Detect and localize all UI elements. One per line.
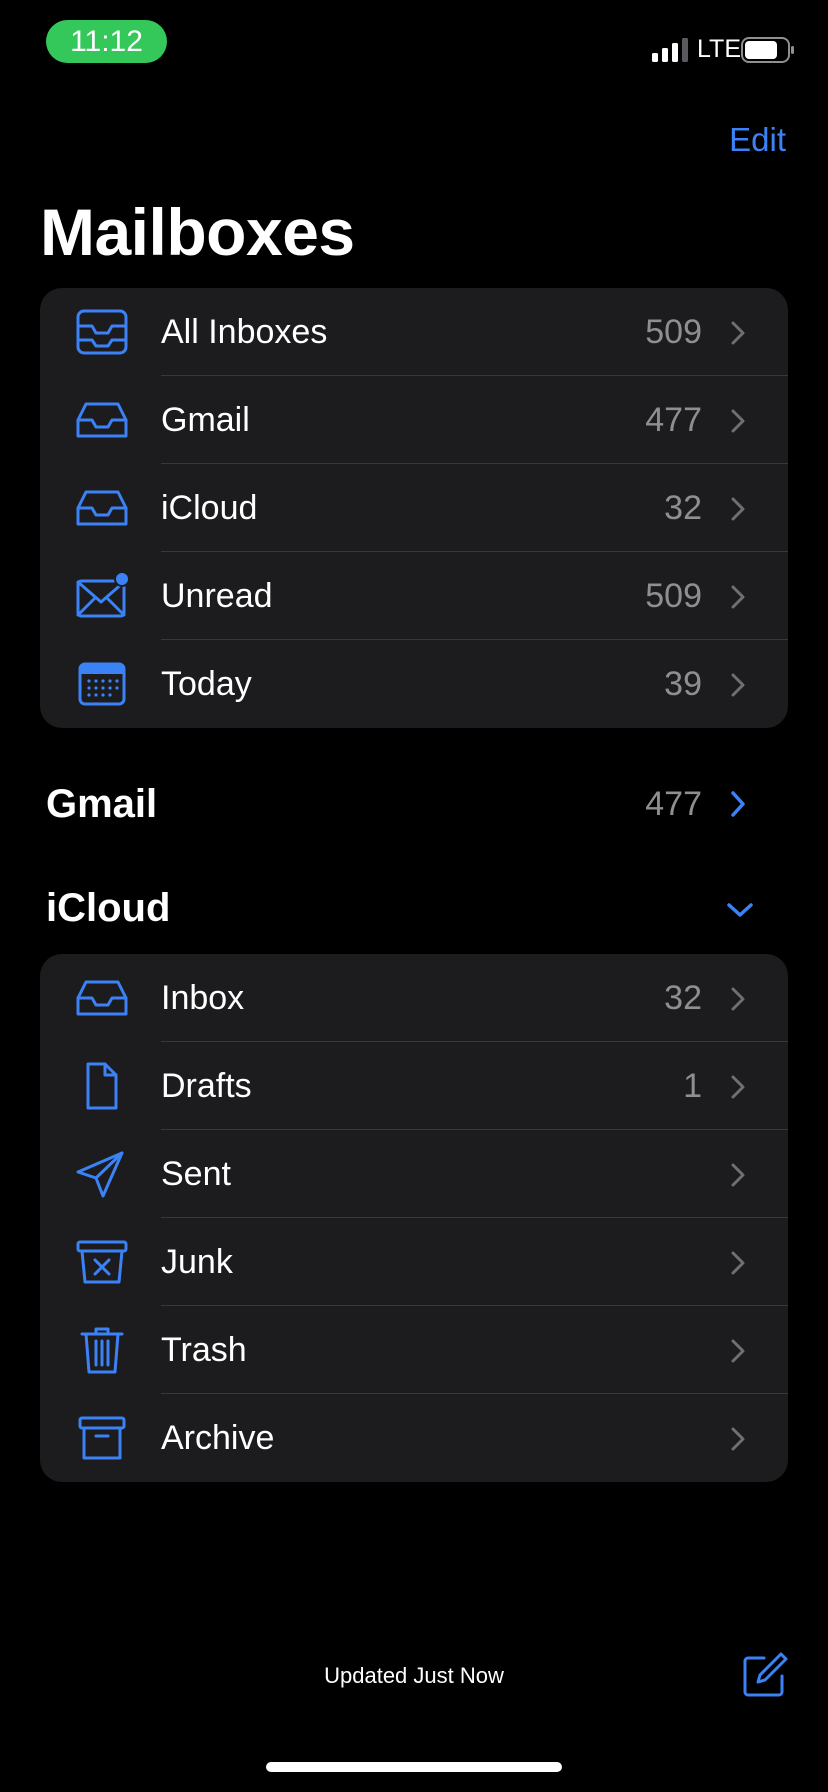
mailboxes-list: All Inboxes 509 Gmail 477 iCloud 32 Unre… [40, 288, 788, 728]
junk-bin-icon [74, 1238, 130, 1286]
folder-label: Junk [161, 1243, 233, 1281]
folder-row-drafts[interactable]: Drafts 1 [40, 1042, 788, 1130]
mailbox-label: All Inboxes [161, 313, 328, 351]
unread-count: 1 [683, 1067, 702, 1105]
chevron-right-icon [731, 321, 745, 345]
edit-button[interactable]: Edit [729, 118, 786, 162]
status-time: 11:12 [46, 20, 167, 63]
inbox-tray-icon [74, 974, 130, 1022]
battery-icon [741, 37, 794, 63]
unread-count: 32 [664, 979, 702, 1017]
paper-plane-icon [74, 1150, 130, 1198]
cellular-signal-icon [652, 38, 688, 62]
mailbox-label: iCloud [161, 489, 258, 527]
chevron-right-icon [731, 1163, 745, 1187]
section-count: 477 [645, 785, 702, 823]
unread-envelope-icon [74, 572, 130, 620]
mailbox-row-unread[interactable]: Unread 509 [40, 552, 788, 640]
folder-label: Sent [161, 1155, 231, 1193]
section-header-gmail[interactable]: Gmail 477 [46, 774, 788, 834]
unread-count: 509 [645, 577, 702, 615]
mailbox-row-all-inboxes[interactable]: All Inboxes 509 [40, 288, 788, 376]
network-type: LTE [697, 35, 741, 63]
home-indicator[interactable] [266, 1762, 562, 1772]
calendar-icon [74, 660, 130, 708]
folder-row-junk[interactable]: Junk [40, 1218, 788, 1306]
folder-label: Inbox [161, 979, 245, 1017]
unread-count: 477 [645, 401, 702, 439]
mailbox-row-today[interactable]: Today 39 [40, 640, 788, 728]
archive-box-icon [74, 1414, 130, 1462]
page-title: Mailboxes [40, 195, 355, 269]
all-inboxes-icon [74, 308, 130, 356]
chevron-right-icon [731, 585, 745, 609]
status-bar: 11:12 LTE [0, 0, 828, 90]
chevron-right-icon [731, 497, 745, 521]
folder-row-archive[interactable]: Archive [40, 1394, 788, 1482]
document-icon [74, 1062, 130, 1110]
mailbox-label: Today [161, 665, 252, 703]
section-header-icloud[interactable]: iCloud [46, 878, 788, 938]
mailbox-row-icloud[interactable]: iCloud 32 [40, 464, 788, 552]
chevron-right-icon [731, 409, 745, 433]
folder-label: Drafts [161, 1067, 252, 1105]
chevron-right-icon [731, 791, 745, 817]
chevron-right-icon [731, 1075, 745, 1099]
unread-count: 32 [664, 489, 702, 527]
section-title: iCloud [46, 886, 171, 930]
mailbox-label: Gmail [161, 401, 250, 439]
mailbox-label: Unread [161, 577, 273, 615]
chevron-right-icon [731, 1339, 745, 1363]
unread-count: 509 [645, 313, 702, 351]
chevron-right-icon [731, 1251, 745, 1275]
chevron-right-icon [731, 987, 745, 1011]
unread-count: 39 [664, 665, 702, 703]
trash-icon [74, 1326, 130, 1374]
chevron-right-icon [731, 673, 745, 697]
compose-icon[interactable] [740, 1652, 788, 1700]
folder-row-trash[interactable]: Trash [40, 1306, 788, 1394]
mailbox-row-gmail[interactable]: Gmail 477 [40, 376, 788, 464]
folder-label: Archive [161, 1419, 275, 1457]
chevron-down-icon [727, 903, 753, 917]
folder-row-inbox[interactable]: Inbox 32 [40, 954, 788, 1042]
inbox-tray-icon [74, 396, 130, 444]
folder-label: Trash [161, 1331, 247, 1369]
icloud-folders-list: Inbox 32 Drafts 1 Sent Junk Trash Archiv… [40, 954, 788, 1482]
section-title: Gmail [46, 782, 158, 826]
chevron-right-icon [731, 1427, 745, 1451]
update-status: Updated Just Now [324, 1663, 504, 1688]
inbox-tray-icon [74, 484, 130, 532]
folder-row-sent[interactable]: Sent [40, 1130, 788, 1218]
